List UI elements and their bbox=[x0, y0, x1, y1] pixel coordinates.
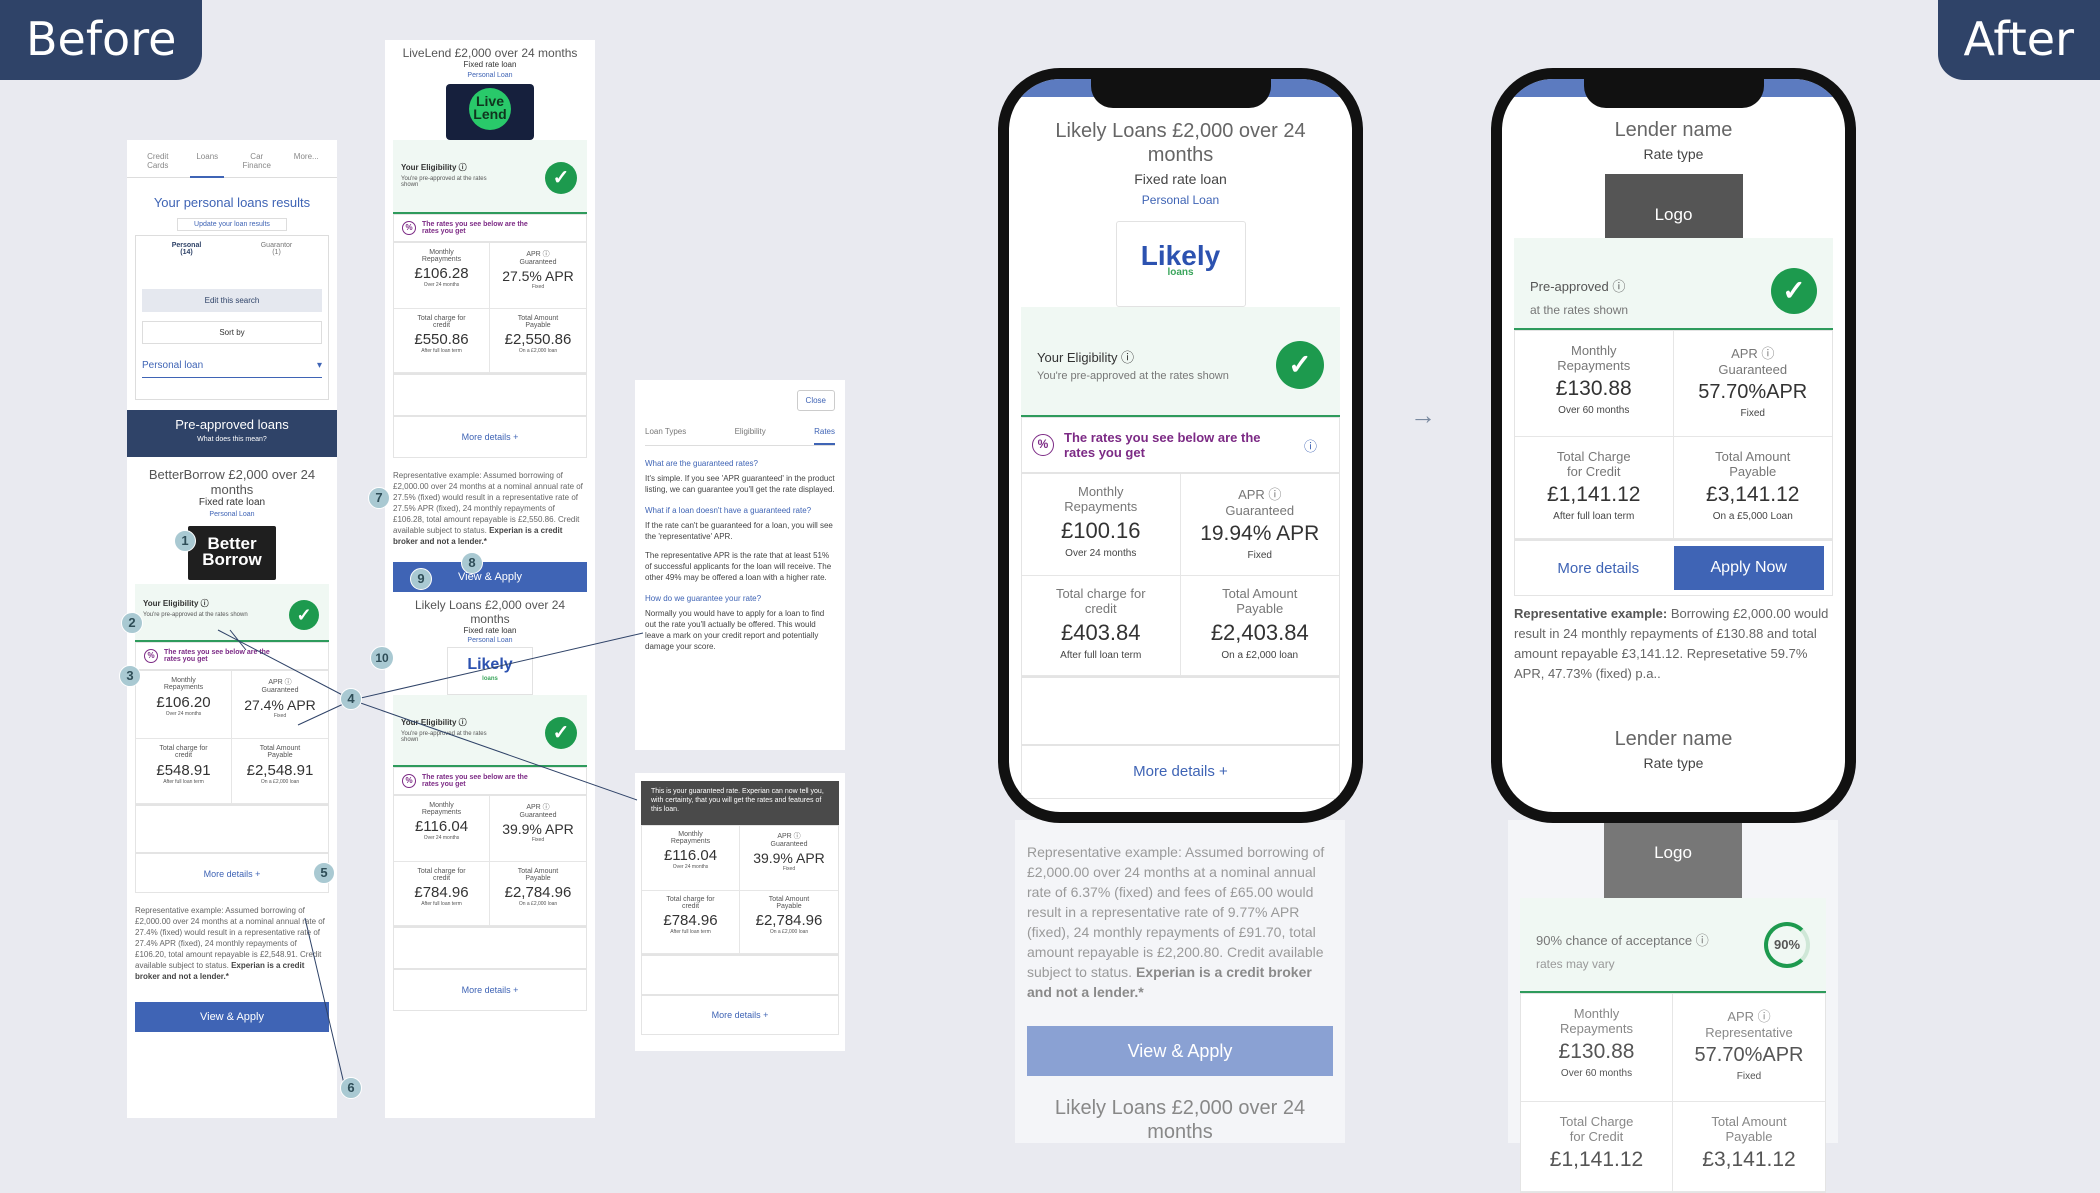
annotation-marker-9: 9 bbox=[410, 568, 432, 590]
next-offer-title: Likely Loans £2,000 over 24 months bbox=[1054, 1097, 1306, 1143]
offer-details-grid: Monthly Repayments £130.88 Over 60 months … bbox=[1520, 993, 1826, 1193]
info-icon[interactable]: ⓘ bbox=[1304, 436, 1317, 455]
annotation-marker-4: 4 bbox=[340, 688, 362, 710]
annotation-marker-5: 5 bbox=[313, 862, 335, 884]
phone-notch bbox=[1090, 79, 1271, 108]
percent-icon: % bbox=[1032, 434, 1054, 456]
annotation-marker-2: 2 bbox=[121, 612, 143, 634]
logo-placeholder: Logo bbox=[1604, 818, 1742, 898]
arrow-right-icon: → bbox=[1410, 400, 1436, 430]
annotation-marker-8: 8 bbox=[461, 552, 483, 574]
action-row: More details Apply Now bbox=[1514, 540, 1833, 596]
empty-space-box bbox=[1021, 677, 1340, 745]
likely-logo: Likely loans bbox=[1115, 221, 1246, 307]
offer-details-grid: Monthly Repayments £100.16 Over 24 months … bbox=[1021, 473, 1340, 677]
pre-approved-box: Pre-approved ⓘ at the rates shown ✓ bbox=[1514, 238, 1833, 330]
lender-name: Lender name bbox=[1614, 119, 1733, 141]
acceptance-box: 90% chance of acceptance ⓘ rates may var… bbox=[1520, 898, 1826, 993]
eligibility-box: Your Eligibility ⓘ You're pre-approved a… bbox=[1021, 307, 1340, 417]
phone-notch bbox=[1583, 79, 1764, 108]
phone2-continuation: Logo 90% chance of acceptance ⓘ rates ma… bbox=[1508, 818, 1838, 1193]
annotation-marker-10: 10 bbox=[370, 646, 394, 670]
phone1-continuation: Representative example: Assumed borrowin… bbox=[1015, 820, 1345, 1143]
apply-now-button[interactable]: Apply Now bbox=[1673, 546, 1824, 590]
annotation-line bbox=[351, 632, 644, 701]
rates-note: % The rates you see below are the rates … bbox=[1021, 417, 1340, 473]
annotation-marker-3: 3 bbox=[119, 665, 141, 687]
annotation-line bbox=[351, 699, 638, 801]
phone2-frame: Lender name Rate type Logo Pre-approved … bbox=[1491, 68, 1856, 823]
annotation-marker-6: 6 bbox=[340, 1077, 362, 1099]
view-apply-button[interactable]: View & Apply bbox=[1027, 1026, 1333, 1076]
lender-name: Lender name bbox=[1614, 728, 1733, 750]
check-icon: ✓ bbox=[1276, 341, 1324, 389]
more-details-link[interactable]: More details bbox=[1523, 560, 1674, 577]
personal-loan-link[interactable]: Personal Loan bbox=[1009, 193, 1352, 207]
phone1-frame: Likely Loans £2,000 over 24 months Fixed… bbox=[998, 68, 1363, 823]
annotation-line bbox=[304, 917, 346, 1089]
offer-details-grid: Monthly Repayments £130.88 Over 60 months … bbox=[1514, 330, 1833, 540]
annotation-line bbox=[229, 629, 247, 651]
check-icon: ✓ bbox=[1771, 268, 1817, 314]
acceptance-gauge: 90% bbox=[1764, 922, 1810, 968]
representative-example: Representative example: Borrowing £2,000… bbox=[1514, 606, 1829, 681]
representative-example: Representative example: Assumed borrowin… bbox=[1027, 844, 1325, 1000]
annotation-marker-7: 7 bbox=[368, 487, 390, 509]
more-details-link[interactable]: More details + bbox=[1021, 745, 1340, 799]
offer-title: Likely Loans £2,000 over 24 months bbox=[1055, 120, 1306, 166]
annotation-marker-1: 1 bbox=[174, 530, 196, 552]
